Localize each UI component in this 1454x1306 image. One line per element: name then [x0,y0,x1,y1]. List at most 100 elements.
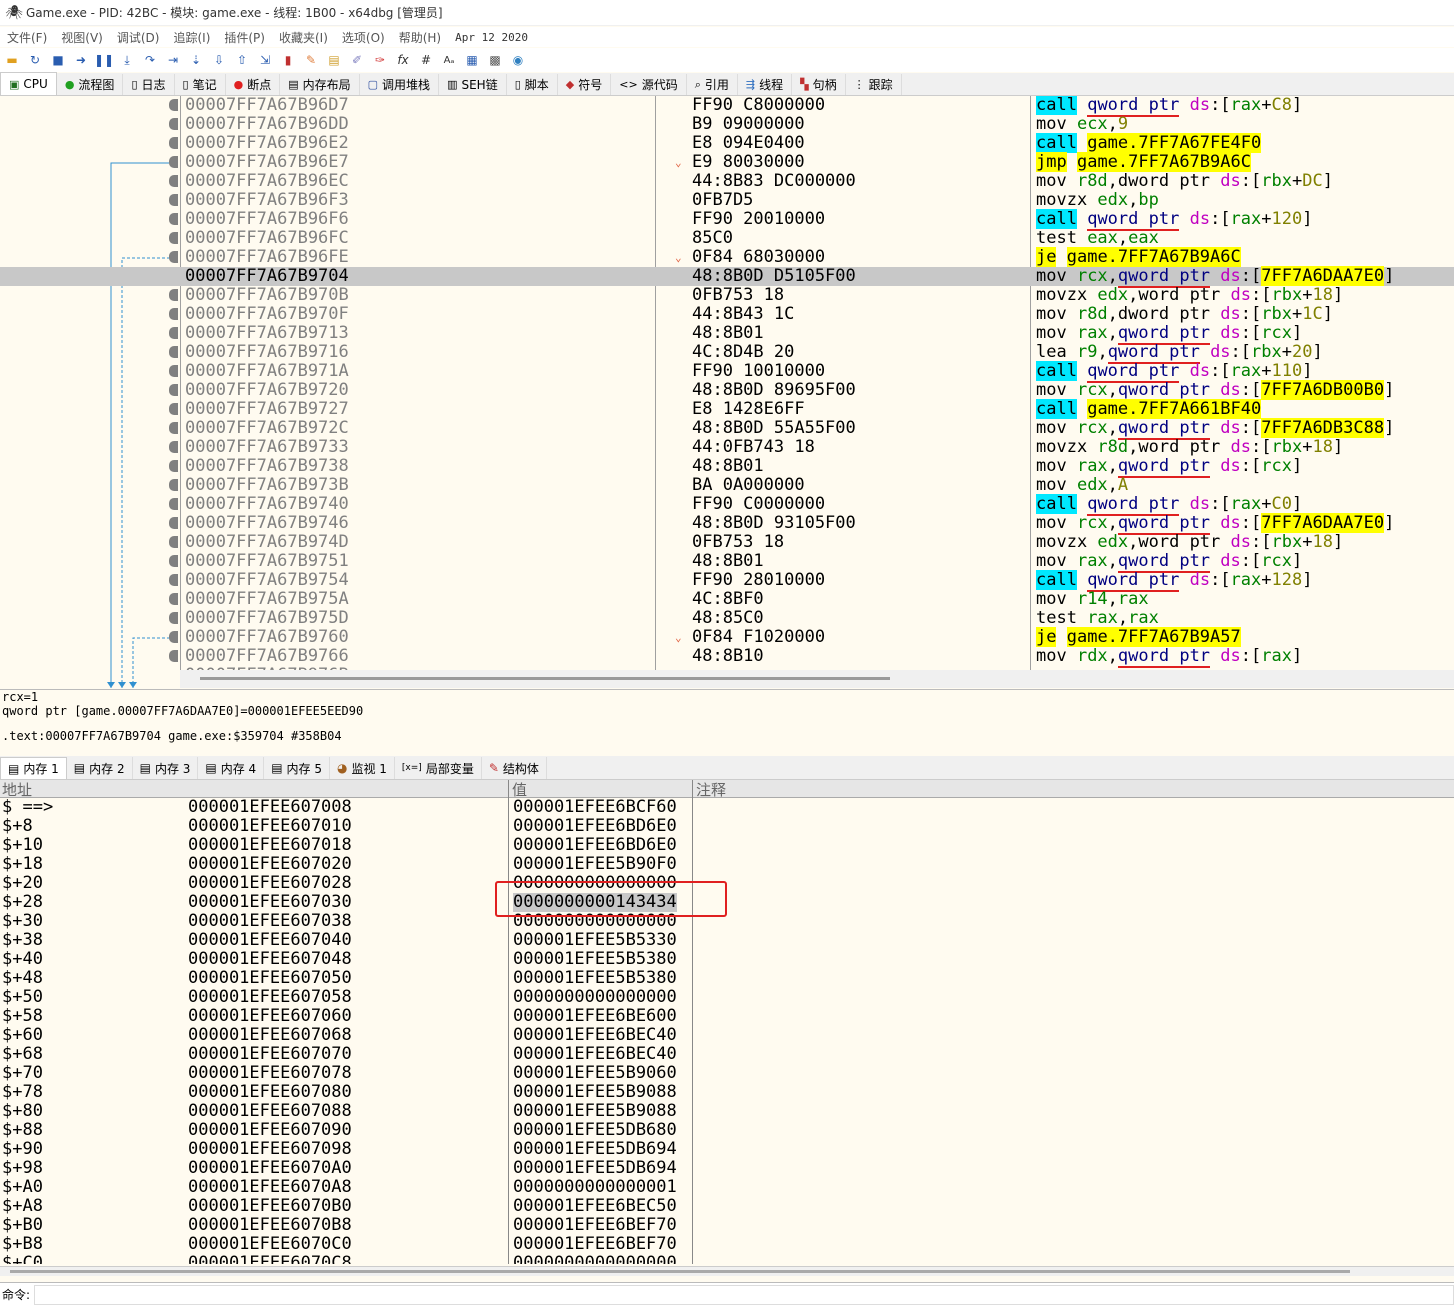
dump-row[interactable]: $+90 000001EFEE607098 000001EFEE5DB694 [0,1140,1454,1159]
dump-row[interactable]: $+58 000001EFEE607060 000001EFEE6BE600 [0,1007,1454,1026]
disasm-row[interactable]: 00007FF7A67B971A FF90 10010000 call qword … [0,361,1454,383]
tab-callstack[interactable]: ▢ 调用堆栈 [360,74,440,95]
calculator-icon[interactable]: ▩ [485,50,505,70]
menu-trace[interactable]: 追踪(I) [166,29,217,46]
run-icon[interactable]: ➜ [71,50,91,70]
tab-dump-4[interactable]: ▤ 内存 4 [198,757,265,779]
dump-row[interactable]: $+C0 000001EFEE6070C8 0000000000000000 [0,1254,1454,1265]
tab-dump-5[interactable]: ▤ 内存 5 [264,757,330,779]
menu-favourites[interactable]: 收藏夹(I) [272,29,335,46]
tab-script[interactable]: ▯ 脚本 [507,74,558,95]
dump-row[interactable]: $+98 000001EFEE6070A0 000001EFEE5DB694 [0,1159,1454,1178]
disasm-row[interactable]: 00007FF7A67B96E7 ⌄ E9 80030000 jmp game.7FF… [0,152,1454,172]
tab-struct[interactable]: ✎ 结构体 [482,757,547,779]
patch-icon[interactable]: ✎ [301,50,321,70]
dump-row[interactable]: $+30 000001EFEE607038 0000000000000000 [0,912,1454,931]
menu-file[interactable]: 文件(F) [0,29,54,46]
tab-seh[interactable]: ▥ SEH链 [439,74,507,95]
disasm-row[interactable]: 00007FF7A67B96DD B9 09000000 mov ecx,9 [0,115,1454,134]
tab-trace[interactable]: ⋮ 跟踪 [846,74,902,95]
dump-row[interactable]: $+70 000001EFEE607078 000001EFEE5B9060 [0,1064,1454,1083]
execute-till-return-icon[interactable]: ⇧ [232,50,252,70]
disasm-row[interactable]: 00007FF7A67B96FE ⌄ 0F84 68030000 je game.7F… [0,247,1454,267]
menu-plugins[interactable]: 插件(P) [217,29,272,46]
tab-references[interactable]: ⌕ 引用 [687,74,738,95]
disasm-row[interactable]: 00007FF7A67B9760 ⌄ 0F84 F1020000 je game.7F… [0,627,1454,647]
menu-help[interactable]: 帮助(H) [392,29,448,46]
tab-handles[interactable]: ▚ 句柄 [792,74,846,95]
disasm-row[interactable]: 00007FF7A67B9727 E8 1428E6FF call game.7FF… [0,399,1454,419]
dump-row[interactable]: $ ==> 000001EFEE607008 000001EFEE6BCF60 [0,798,1454,817]
disasm-row[interactable]: 00007FF7A67B9740 FF90 C0000000 call qword … [0,494,1454,516]
dump-row[interactable]: $+50 000001EFEE607058 0000000000000000 [0,988,1454,1007]
bookmark-icon[interactable]: ✑ [370,50,390,70]
dump-row[interactable]: $+78 000001EFEE607080 000001EFEE5B9088 [0,1083,1454,1102]
pause-icon[interactable]: ❚❚ [94,50,114,70]
disasm-row[interactable]: 00007FF7A67B96E2 E8 094E0400 call game.7FF… [0,133,1454,153]
stop-icon[interactable]: ■ [48,50,68,70]
scylla-icon[interactable]: ▮ [278,50,298,70]
disasm-row[interactable]: 00007FF7A67B96D7 FF90 C8000000 call qword … [0,96,1454,117]
dump-row[interactable]: $+10 000001EFEE607018 000001EFEE6BD6E0 [0,836,1454,855]
dump-row[interactable]: $+88 000001EFEE607090 000001EFEE5DB680 [0,1121,1454,1140]
disasm-row[interactable]: 00007FF7A67B96F3 0FB7D5 movzx edx,bp [0,191,1454,210]
function-icon[interactable]: fx [393,50,413,70]
disasm-row[interactable]: 00007FF7A67B970B 0FB753 18 movzx edx,word … [0,286,1454,305]
dump-hscroll-thumb[interactable] [10,1270,1350,1273]
open-icon[interactable]: ▬ [2,50,22,70]
disassembly-view[interactable]: 00007FF7A67B96D7 FF90 C8000000 call qword … [0,96,1454,688]
tab-breakpoints[interactable]: ● 断点 [226,74,281,95]
tab-dump-3[interactable]: ▤ 内存 3 [133,757,199,779]
hash-icon[interactable]: # [416,50,436,70]
comment-icon[interactable]: ▤ [324,50,344,70]
disasm-row[interactable]: 00007FF7A67B972C 48:8B0D 55A55F00 mov rcx,… [0,418,1454,440]
dump-row[interactable]: $+B8 000001EFEE6070C0 000001EFEE6BEF70 [0,1235,1454,1254]
menu-view[interactable]: 视图(V) [54,29,110,46]
menu-options[interactable]: 选项(O) [335,29,392,46]
dump-row[interactable]: $+38 000001EFEE607040 000001EFEE5B5330 [0,931,1454,950]
tab-notes[interactable]: ▯ 笔记 [175,74,226,95]
tab-graph[interactable]: ● 流程图 [57,74,124,95]
run-to-user-code-icon[interactable]: ⇲ [255,50,275,70]
tab-dump-1[interactable]: ▤ 内存 1 [0,757,67,779]
tab-threads[interactable]: ⇶ 线程 [738,74,793,95]
tab-watch-1[interactable]: ◕ 监视 1 [330,757,395,779]
disasm-row[interactable]: 00007FF7A67B9746 48:8B0D 93105F00 mov rcx,… [0,513,1454,535]
dump-header-comment[interactable]: 注释 [696,780,726,800]
step-into-icon[interactable]: ⤓ [117,50,137,70]
dump-row[interactable]: $+60 000001EFEE607068 000001EFEE6BEC40 [0,1026,1454,1045]
tab-dump-2[interactable]: ▤ 内存 2 [67,757,133,779]
run-to-user-icon[interactable]: ⇩ [209,50,229,70]
disasm-row[interactable]: 00007FF7A67B9713 48:8B01 mov rax,qword ptr… [0,323,1454,345]
tab-locals[interactable]: [x=] 局部变量 [395,757,482,779]
hscroll-thumb[interactable] [200,677,890,680]
disasm-row[interactable]: 00007FF7A67B9733 44:0FB743 18 movzx r8d,wo… [0,438,1454,457]
tab-symbols[interactable]: ◆ 符号 [558,74,612,95]
dump-row[interactable]: $+40 000001EFEE607048 000001EFEE5B5380 [0,950,1454,969]
trace-over-icon[interactable]: ⇣ [186,50,206,70]
menu-debug[interactable]: 调试(D) [110,29,167,46]
tab-log[interactable]: ▯ 日志 [123,74,175,95]
command-input[interactable] [34,1284,1454,1305]
dump-row[interactable]: $+20 000001EFEE607028 0000000000000000 [0,874,1454,893]
disasm-row[interactable]: 00007FF7A67B9754 FF90 28010000 call qword … [0,570,1454,592]
dump-row[interactable]: $+B0 000001EFEE6070B8 000001EFEE6BEF70 [0,1216,1454,1235]
disasm-row[interactable]: 00007FF7A67B9751 48:8B01 mov rax,qword ptr… [0,551,1454,573]
dump-row[interactable]: $+80 000001EFEE607088 000001EFEE5B9088 [0,1102,1454,1121]
strings-icon[interactable]: ▦ [462,50,482,70]
dump-row[interactable]: $+28 000001EFEE607030 0000000000143434 [0,893,1454,912]
step-over-icon[interactable]: ↷ [140,50,160,70]
disasm-row[interactable]: 00007FF7A67B970F 44:8B43 1C mov r8d,dword … [0,305,1454,324]
disasm-row[interactable]: 00007FF7A67B9738 48:8B01 mov rax,qword ptr… [0,456,1454,478]
disasm-row[interactable]: 00007FF7A67B975A 4C:8BF0 mov r14,rax [0,590,1454,609]
disasm-row[interactable]: 00007FF7A67B9766 48:8B10 mov rdx,qword ptr… [0,646,1454,668]
disasm-row[interactable]: 00007FF7A67B974D 0FB753 18 movzx edx,word … [0,533,1454,552]
tab-source[interactable]: <> 源代码 [611,74,687,95]
disasm-row[interactable]: 00007FF7A67B96F6 FF90 20010000 call qword … [0,209,1454,231]
restart-icon[interactable]: ↻ [25,50,45,70]
font-icon[interactable]: Aₐ [439,50,459,70]
dump-hscroll[interactable] [0,1266,1454,1276]
dump-row[interactable]: $+18 000001EFEE607020 000001EFEE5B90F0 [0,855,1454,874]
disasm-row[interactable]: 00007FF7A67B975D 48:85C0 test rax,rax [0,609,1454,628]
dump-view[interactable]: 地址 值 注释 $ ==> 000001EFEE607008 000001EFEE6… [0,780,1454,1264]
